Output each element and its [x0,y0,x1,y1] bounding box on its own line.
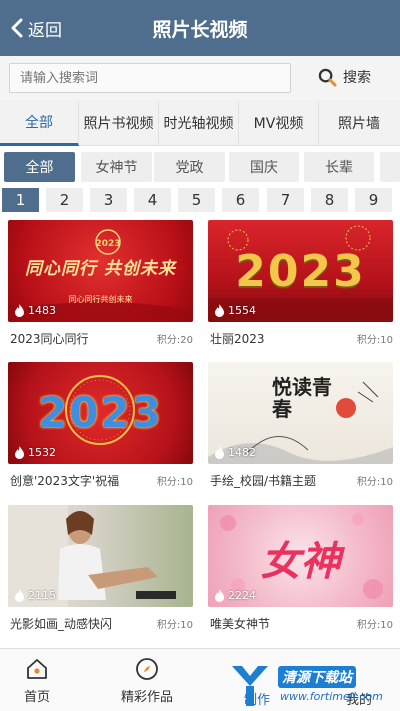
flame-icon [215,304,224,317]
watermark-url: www.fortimeli.com [280,690,383,703]
view-count: 1482 [214,446,256,459]
subtab-all[interactable]: 全部 [4,152,75,182]
site-watermark: 清源下载站 www.fortimeli.com [228,660,400,711]
thumbnail-headline: 悦读青春 [272,375,332,421]
nav-home[interactable]: 首页 [24,657,50,705]
flame-icon [215,589,224,602]
search-box [9,63,291,93]
flame-icon [15,446,24,459]
compass-icon [136,658,158,680]
video-card[interactable]: 2115 光影如画_动感快闪 积分:10 [8,505,193,631]
thumbnail-headline: 同心同行 共创未来 [25,259,176,279]
page-5[interactable]: 5 [178,188,215,212]
video-thumbnail[interactable]: 2023 1554 [208,220,393,322]
video-card[interactable]: 悦读青春 1482 手绘_校园/书籍主题 积分:10 [208,362,393,488]
view-count: 1554 [214,304,256,317]
svg-text:2023: 2023 [95,239,120,249]
page-2[interactable]: 2 [46,188,83,212]
tab-photo-wall[interactable]: 照片墙 [319,100,399,146]
flame-icon [215,446,224,459]
search-button-label: 搜索 [343,70,371,86]
video-title: 创意'2023文字'祝福 [10,474,120,488]
thumbnail-headline: 2023 [235,246,366,297]
watermark-logo [232,666,268,706]
video-thumbnail[interactable]: 2023 同心同行 共创未来 同心同行共创未来 1483 [8,220,193,322]
page-1[interactable]: 1 [2,188,39,212]
page-4[interactable]: 4 [134,188,171,212]
tab-photo-book-video[interactable]: 照片书视频 [79,100,159,146]
view-count: 1532 [14,446,56,459]
video-title: 唯美女神节 [210,617,271,631]
page-7[interactable]: 7 [267,188,304,212]
nav-featured[interactable]: 精彩作品 [121,657,173,705]
video-card[interactable]: 2023 1532 创意'2023文字'祝福 积分:10 [8,362,193,488]
search-row: 搜索 [0,56,400,100]
category-tabs: 全部 照片书视频 时光轴视频 MV视频 照片墙 [0,100,400,146]
subtab-national-day[interactable]: 国庆 [229,152,299,182]
tab-all[interactable]: 全部 [0,100,79,146]
subtab-goddess-day[interactable]: 女神节 [81,152,152,182]
search-input[interactable] [10,64,290,92]
video-title: 手绘_校园/书籍主题 [210,474,317,488]
sub-tabs: 全部 女神节 党政 国庆 长辈 [0,152,400,182]
subtab-party[interactable]: 党政 [154,152,225,182]
top-bar: 返回 照片长视频 [0,0,400,56]
subtab-more[interactable] [380,152,400,182]
thumbnail-headline: 2023 [38,388,163,437]
tab-mv-video[interactable]: MV视频 [239,100,319,146]
page-9[interactable]: 9 [355,188,392,212]
points-label: 积分:10 [156,477,193,488]
video-title: 2023同心同行 [10,332,89,346]
page-6[interactable]: 6 [222,188,259,212]
video-title: 壮丽2023 [210,332,265,346]
flame-icon [15,589,24,602]
page-8[interactable]: 8 [311,188,348,212]
page-title: 照片长视频 [152,19,248,41]
video-thumbnail[interactable]: 2023 1532 [8,362,193,464]
view-count: 1483 [14,304,56,317]
video-thumbnail[interactable]: 2115 [8,505,193,607]
home-icon [27,659,47,679]
view-count: 2224 [214,589,256,602]
watermark-text: 清源下载站 [278,666,356,688]
points-label: 积分:10 [356,335,393,346]
video-thumbnail[interactable]: 悦读青春 1482 [208,362,393,464]
flame-icon [15,304,24,317]
points-label: 积分:10 [356,477,393,488]
page-3[interactable]: 3 [90,188,127,212]
thumbnail-headline: 女神 [260,539,341,585]
search-icon [318,68,337,87]
search-button[interactable]: 搜索 [318,67,371,87]
points-label: 积分:10 [356,620,393,631]
video-title: 光影如画_动感快闪 [10,617,113,631]
video-card[interactable]: 2023 1554 壮丽2023 积分:10 [208,220,393,346]
video-card[interactable]: 2023 同心同行 共创未来 同心同行共创未来 1483 2023同心同行 积分… [8,220,193,346]
tab-timeline-video[interactable]: 时光轴视频 [159,100,239,146]
view-count: 2115 [14,589,56,602]
video-card[interactable]: 女神 2224 唯美女神节 积分:10 [208,505,393,631]
pagination: 1 2 3 4 5 6 7 8 9 [0,188,400,212]
points-label: 积分:10 [156,620,193,631]
points-label: 积分:20 [156,335,193,346]
video-thumbnail[interactable]: 女神 2224 [208,505,393,607]
subtab-elders[interactable]: 长辈 [304,152,374,182]
